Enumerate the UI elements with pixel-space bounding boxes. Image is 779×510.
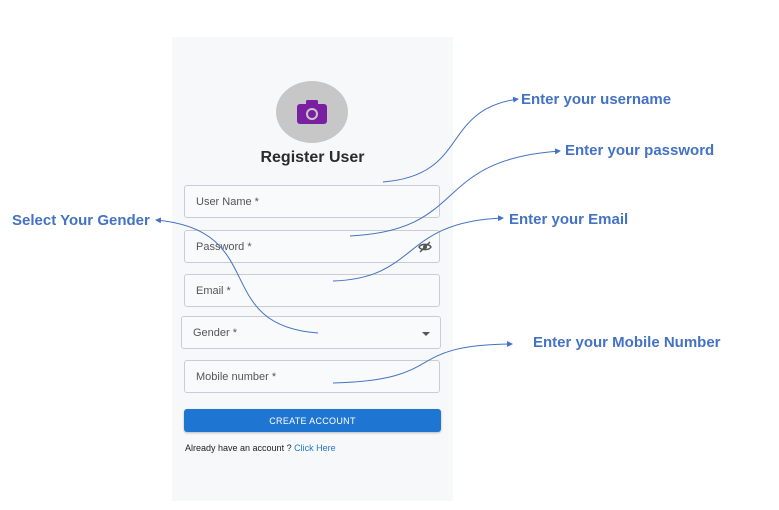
annotation-mobile: Enter your Mobile Number xyxy=(533,334,721,351)
annotation-arrows xyxy=(155,96,561,384)
annotation-email: Enter your Email xyxy=(509,211,629,228)
annotation-gender: Select Your Gender xyxy=(12,212,150,229)
email-arrow xyxy=(332,215,504,282)
mobile-arrow xyxy=(332,341,513,384)
annotation-username: Enter your username xyxy=(521,91,672,108)
annotation-password: Enter your password xyxy=(565,142,715,159)
username-arrow xyxy=(382,96,519,183)
gender-arrow xyxy=(155,217,319,334)
